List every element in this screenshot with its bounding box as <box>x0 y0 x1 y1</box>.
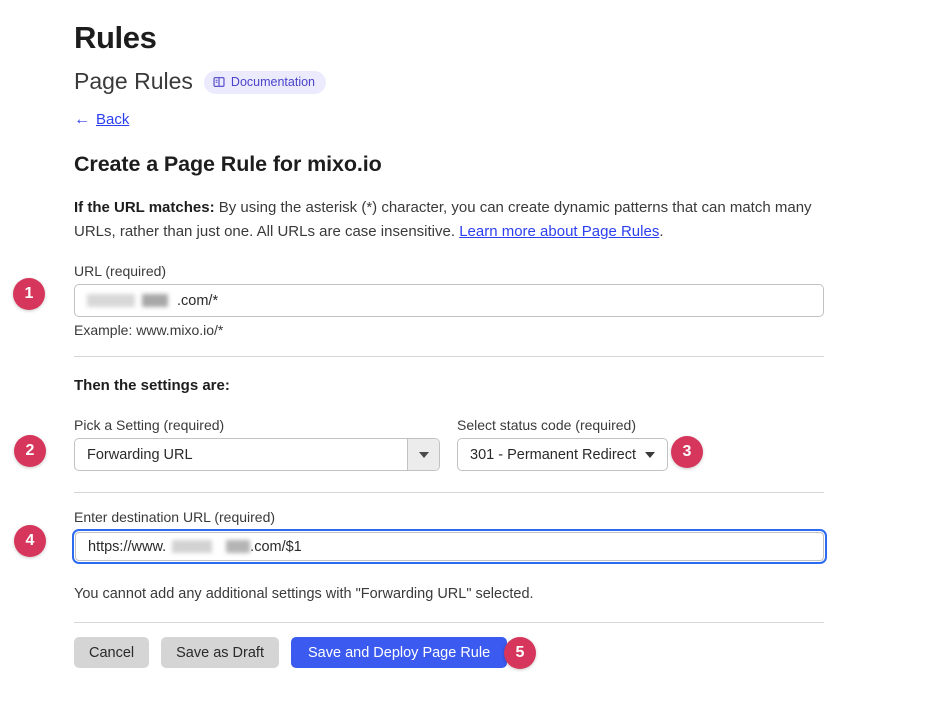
cancel-button[interactable]: Cancel <box>74 637 150 668</box>
redacted-block-4 <box>226 540 251 553</box>
form-actions: Cancel Save as Draft Save and Deploy Pag… <box>74 637 508 668</box>
destination-url-suffix: .com/$1 <box>250 538 302 555</box>
url-input-value: .com/* <box>177 292 219 309</box>
status-code-label: Select status code (required) <box>457 417 636 433</box>
step-badge-3: 3 <box>671 436 703 468</box>
back-link[interactable]: Back <box>96 110 129 130</box>
documentation-badge-label: Documentation <box>230 75 315 89</box>
divider-top <box>74 356 824 357</box>
step-badge-2: 2 <box>14 435 46 467</box>
url-match-tail: . <box>659 223 664 240</box>
page-title: Rules <box>74 20 157 55</box>
url-match-lead: If the URL matches: <box>74 199 215 216</box>
destination-url-input[interactable]: https://www. .com/$1 <box>75 532 824 561</box>
page-subtitle-row: Page Rules Documentation <box>74 66 326 96</box>
divider-bottom <box>74 622 824 623</box>
divider-middle <box>74 492 824 493</box>
url-field-label: URL (required) <box>74 263 167 279</box>
page-subtitle: Page Rules <box>74 68 193 94</box>
status-code-value: 301 - Permanent Redirect <box>470 446 637 463</box>
pick-setting-select[interactable]: Forwarding URL <box>74 438 440 471</box>
save-as-draft-button[interactable]: Save as Draft <box>161 637 279 668</box>
settings-heading: Then the settings are: <box>74 377 230 394</box>
step-badge-1: 1 <box>13 278 45 310</box>
forwarding-url-note: You cannot add any additional settings w… <box>74 586 534 602</box>
form-heading: Create a Page Rule for mixo.io <box>74 152 382 176</box>
learn-more-link[interactable]: Learn more about Page Rules <box>459 223 659 240</box>
destination-url-label: Enter destination URL (required) <box>74 509 276 525</box>
documentation-badge[interactable]: Documentation <box>203 71 326 94</box>
back-navigation[interactable]: ← Back <box>74 110 129 130</box>
page-rules-create-page: Rules Page Rules Documentation ← Back Cr… <box>0 0 948 721</box>
pick-setting-value: Forwarding URL <box>87 446 193 463</box>
redacted-block-2 <box>142 294 168 307</box>
url-example-hint: Example: www.mixo.io/* <box>74 322 224 338</box>
destination-url-field-focus-ring: https://www. .com/$1 <box>72 529 827 564</box>
chevron-down-icon <box>645 451 656 458</box>
status-code-select[interactable]: 301 - Permanent Redirect <box>457 438 669 471</box>
url-input[interactable]: .com/* <box>74 284 824 317</box>
save-and-deploy-button[interactable]: Save and Deploy Page Rule <box>290 637 508 668</box>
pick-setting-dropdown-button[interactable] <box>407 439 439 470</box>
arrow-left-icon: ← <box>74 111 90 128</box>
step-badge-4: 4 <box>14 525 46 557</box>
redacted-block-3 <box>172 540 213 553</box>
pick-setting-label: Pick a Setting (required) <box>74 417 225 433</box>
redacted-block-1 <box>87 294 135 307</box>
destination-url-prefix: https://www. <box>88 538 167 555</box>
url-match-description: If the URL matches: By using the asteris… <box>74 196 814 244</box>
book-icon <box>213 76 225 88</box>
chevron-down-icon <box>418 451 429 458</box>
step-badge-5: 5 <box>504 637 536 669</box>
